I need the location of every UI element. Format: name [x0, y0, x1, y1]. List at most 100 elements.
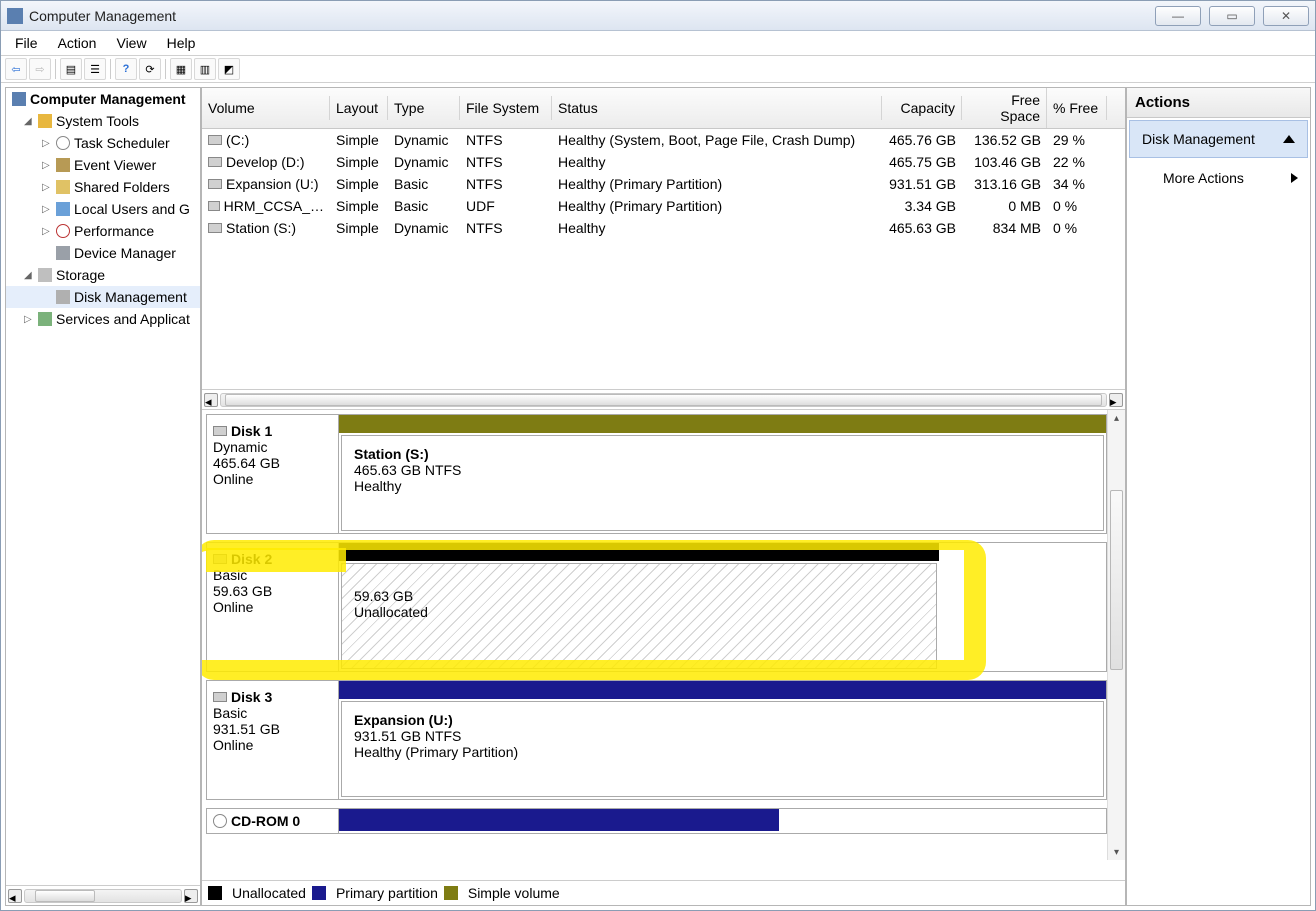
volume-capacity: 465.75 GB	[882, 151, 962, 173]
disk2-highlight-wrap: Disk 2 Basic 59.63 GB Online 59.63 GB Un…	[206, 542, 1107, 672]
tree-label: Storage	[56, 267, 105, 283]
partition-block[interactable]: Expansion (U:) 931.51 GB NTFS Healthy (P…	[341, 701, 1104, 797]
tree-event-viewer[interactable]: ▷Event Viewer	[42, 157, 196, 173]
scroll-right-icon[interactable]: ▸	[1109, 393, 1123, 407]
tool-button[interactable]: ▥	[194, 58, 216, 80]
disk-size: 931.51 GB	[213, 721, 332, 737]
volume-capacity: 465.63 GB	[882, 217, 962, 239]
partition-line: 931.51 GB NTFS	[354, 728, 1091, 744]
disk-size: 59.63 GB	[213, 583, 332, 599]
tool-button[interactable]: ◩	[218, 58, 240, 80]
tree-root-label: Computer Management	[30, 91, 186, 107]
volume-layout: Simple	[330, 195, 388, 217]
volume-list[interactable]: (C:)SimpleDynamicNTFSHealthy (System, Bo…	[202, 129, 1125, 389]
partition-block-unallocated[interactable]: 59.63 GB Unallocated	[341, 563, 937, 669]
volume-header-row[interactable]: Volume Layout Type File System Status Ca…	[202, 88, 1125, 129]
tree-device-manager[interactable]: Device Manager	[42, 245, 196, 261]
disk-row-2[interactable]: Disk 2 Basic 59.63 GB Online 59.63 GB Un…	[206, 542, 1107, 672]
volume-pct: 22 %	[1047, 151, 1107, 173]
volume-free: 0 MB	[962, 195, 1047, 217]
tree-storage[interactable]: ◢Storage	[24, 267, 196, 283]
col-status[interactable]: Status	[552, 96, 882, 120]
disk-row-cdrom[interactable]: CD-ROM 0	[206, 808, 1107, 834]
disk-type: Basic	[213, 705, 332, 721]
volume-row[interactable]: Develop (D:)SimpleDynamicNTFSHealthy465.…	[202, 151, 1125, 173]
tree-label: Event Viewer	[74, 157, 156, 173]
scroll-right-icon[interactable]: ▸	[184, 889, 198, 903]
actions-disk-management[interactable]: Disk Management	[1129, 120, 1308, 158]
col-capacity[interactable]: Capacity	[882, 96, 962, 120]
col-layout[interactable]: Layout	[330, 96, 388, 120]
back-button[interactable]: ⇦	[5, 58, 27, 80]
scroll-up-icon[interactable]: ▴	[1108, 410, 1125, 426]
volume-type: Dynamic	[388, 151, 460, 173]
refresh-button[interactable]: ⟳	[139, 58, 161, 80]
tree-h-scrollbar[interactable]: ◂ ▸	[6, 885, 200, 905]
scroll-left-icon[interactable]: ◂	[204, 393, 218, 407]
volume-row[interactable]: HRM_CCSA_…SimpleBasicUDFHealthy (Primary…	[202, 195, 1125, 217]
disk-title: Disk 1	[231, 423, 272, 439]
legend-unallocated: Unallocated	[232, 885, 306, 901]
tree-services[interactable]: ▷Services and Applicat	[24, 311, 196, 327]
col-free[interactable]: Free Space	[962, 88, 1047, 128]
menu-view[interactable]: View	[108, 33, 154, 53]
col-filesystem[interactable]: File System	[460, 96, 552, 120]
volume-row[interactable]: Station (S:)SimpleDynamicNTFSHealthy465.…	[202, 217, 1125, 239]
toolbar-separator	[165, 59, 166, 79]
actions-label: Disk Management	[1142, 131, 1255, 147]
tree-system-tools[interactable]: ◢System Tools	[24, 113, 196, 129]
disk-row-3[interactable]: Disk 3 Basic 931.51 GB Online Expansion …	[206, 680, 1107, 800]
volume-row[interactable]: (C:)SimpleDynamicNTFSHealthy (System, Bo…	[202, 129, 1125, 151]
disk-body	[339, 809, 779, 833]
menu-action[interactable]: Action	[50, 33, 105, 53]
disk-row-1[interactable]: Disk 1 Dynamic 465.64 GB Online Station …	[206, 414, 1107, 534]
actions-more[interactable]: More Actions	[1127, 160, 1310, 196]
maximize-button[interactable]: ▭	[1209, 6, 1255, 26]
center-pane: Volume Layout Type File System Status Ca…	[201, 87, 1126, 906]
tree-local-users[interactable]: ▷Local Users and G	[42, 201, 196, 217]
volume-free: 834 MB	[962, 217, 1047, 239]
scroll-down-icon[interactable]: ▾	[1108, 844, 1125, 860]
tree-shared-folders[interactable]: ▷Shared Folders	[42, 179, 196, 195]
volume-h-scrollbar[interactable]: ◂ ▸	[202, 389, 1125, 409]
volume-fs: NTFS	[460, 129, 552, 151]
tree-root[interactable]: Computer Management	[12, 91, 196, 107]
up-button[interactable]: ▤	[60, 58, 82, 80]
volume-name: Station (S:)	[226, 220, 296, 236]
col-type[interactable]: Type	[388, 96, 460, 120]
minimize-button[interactable]: —	[1155, 6, 1201, 26]
navigation-tree[interactable]: Computer Management ◢System Tools ▷Task …	[5, 87, 201, 906]
disk-body: 59.63 GB Unallocated	[339, 543, 939, 671]
volume-row[interactable]: Expansion (U:)SimpleBasicNTFSHealthy (Pr…	[202, 173, 1125, 195]
col-volume[interactable]: Volume	[202, 96, 330, 120]
scroll-track[interactable]	[220, 393, 1107, 407]
disks-v-scrollbar[interactable]: ▴ ▾	[1107, 410, 1125, 860]
volume-fs: NTFS	[460, 173, 552, 195]
volume-status: Healthy (System, Boot, Page File, Crash …	[552, 129, 882, 151]
scroll-left-icon[interactable]: ◂	[8, 889, 22, 903]
tree-performance[interactable]: ▷Performance	[42, 223, 196, 239]
disk-info: Disk 2 Basic 59.63 GB Online	[207, 543, 339, 671]
volume-capacity: 3.34 GB	[882, 195, 962, 217]
tree-label: Performance	[74, 223, 154, 239]
disk-type: Dynamic	[213, 439, 332, 455]
tree-label: Services and Applicat	[56, 311, 190, 327]
menu-help[interactable]: Help	[159, 33, 204, 53]
scroll-thumb[interactable]	[1110, 490, 1123, 670]
tree-disk-management[interactable]: Disk Management	[42, 289, 196, 305]
tool-button[interactable]: ▦	[170, 58, 192, 80]
legend-primary: Primary partition	[336, 885, 438, 901]
forward-button[interactable]: ⇨	[29, 58, 51, 80]
volume-pct: 0 %	[1047, 195, 1107, 217]
tree-label: Shared Folders	[74, 179, 170, 195]
close-button[interactable]: ✕	[1263, 6, 1309, 26]
scroll-track[interactable]	[24, 889, 182, 903]
tree-task-scheduler[interactable]: ▷Task Scheduler	[42, 135, 196, 151]
properties-button[interactable]: ☰	[84, 58, 106, 80]
partition-block[interactable]: Station (S:) 465.63 GB NTFS Healthy	[341, 435, 1104, 531]
col-pct[interactable]: % Free	[1047, 96, 1107, 120]
help-button[interactable]: ?	[115, 58, 137, 80]
menu-file[interactable]: File	[7, 33, 46, 53]
partition-title: Station (S:)	[354, 446, 1091, 462]
toolbar: ⇦ ⇨ ▤ ☰ ? ⟳ ▦ ▥ ◩	[1, 55, 1315, 83]
